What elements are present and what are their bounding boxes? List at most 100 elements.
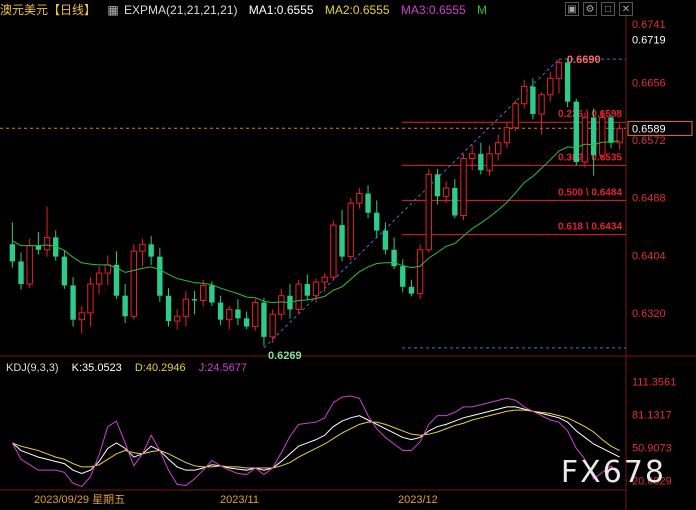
candle-body <box>564 62 571 102</box>
kdj-j-line <box>11 395 621 488</box>
candle-body <box>269 313 276 338</box>
settings-icon[interactable]: ⚙ <box>583 2 597 16</box>
candle-body <box>139 243 146 252</box>
x-tick-label: 2023/12 <box>398 494 438 506</box>
candle-body <box>530 86 536 114</box>
candle-body <box>18 261 24 285</box>
fib-trend-line <box>263 58 560 349</box>
candle-body <box>173 315 181 322</box>
candle-body <box>382 230 389 250</box>
high-annotation: 0.6690 <box>567 54 601 66</box>
ma1-value: MA1:0.6555 <box>248 3 314 17</box>
candle-body <box>43 236 51 251</box>
candle-body <box>312 281 320 297</box>
frame-icon[interactable]: ▣ <box>565 2 579 16</box>
candle-body <box>295 283 302 310</box>
candle-body <box>70 285 76 320</box>
m-label: M <box>476 3 487 17</box>
candle-body <box>226 308 233 321</box>
candle-body <box>573 101 579 162</box>
x-tick-label: 2023/11 <box>220 494 259 506</box>
indicator-label[interactable]: EXPMA(21,21,21,21) <box>124 3 237 17</box>
kdj-axis-tick: 50.9073 <box>632 442 672 454</box>
restore-icon[interactable]: □ <box>601 2 615 16</box>
candle-body <box>122 295 128 317</box>
candle-body <box>182 298 190 317</box>
candle-body <box>243 318 250 327</box>
candle-body <box>512 103 519 129</box>
candle-body <box>330 224 337 278</box>
kdj-k-value: K:35.0523 <box>71 362 122 374</box>
candle-body <box>365 193 371 213</box>
low-annotation: 0.6269 <box>268 350 302 362</box>
candle-body <box>547 77 554 96</box>
candle-body <box>434 174 441 197</box>
candle-body <box>209 285 215 303</box>
x-tick-label: 2023/09/29 星期五 <box>34 493 125 506</box>
price-axis-tick: 0.6488 <box>632 193 666 205</box>
candle-body <box>486 153 493 171</box>
candle-body <box>374 212 380 231</box>
price-axis-tick: 0.6572 <box>632 135 666 147</box>
candle-body <box>9 244 16 262</box>
candle-body <box>555 62 563 79</box>
candle-body <box>442 187 450 197</box>
candle-body <box>252 302 259 328</box>
candle-body <box>581 116 589 163</box>
candle-body <box>148 244 154 257</box>
candle-body <box>95 272 103 285</box>
candle-body <box>460 158 467 216</box>
candle-body <box>495 142 502 155</box>
candle-body <box>113 264 120 296</box>
candle-body <box>78 312 85 321</box>
candle-body <box>321 276 328 283</box>
kdj-axis-tick: 111.3561 <box>632 376 676 388</box>
fib-label: 0.618 \ 0.6434 <box>558 222 622 233</box>
chart-header: 澳元美元【日线】 ▦ EXPMA(21,21,21,21) MA1:0.6555… <box>0 0 560 20</box>
candle-body <box>130 250 137 317</box>
symbol-label[interactable]: 澳元美元【日线】 <box>0 3 96 17</box>
candle-body <box>35 245 42 250</box>
indicator-icon[interactable]: ▦ <box>107 3 118 17</box>
candle-body <box>590 117 597 156</box>
candle-body <box>503 127 511 144</box>
close-icon[interactable]: ✕ <box>619 2 633 16</box>
kdj-header: KDJ(9,3,3) K:35.0523 D:40.2946 J:24.5677 <box>6 360 257 376</box>
candle-body <box>61 256 68 286</box>
candle-body <box>191 299 198 301</box>
candle-body <box>425 173 432 251</box>
candle-body <box>478 153 484 171</box>
candle-body <box>157 256 163 296</box>
watermark-logo: FX678 <box>560 455 666 490</box>
kdj-title[interactable]: KDJ(9,3,3) <box>6 362 59 374</box>
ma3-value: MA3:0.6555 <box>400 3 466 17</box>
candle-body <box>261 302 267 337</box>
price-axis-tick: 0.6589 <box>632 123 666 135</box>
candle-body <box>104 264 111 274</box>
candle-body <box>235 309 241 319</box>
fib-label: 0.382 \ 0.6535 <box>558 152 622 163</box>
candle-body <box>608 117 614 143</box>
candle-body <box>347 202 354 258</box>
candle-body <box>521 86 528 105</box>
candle-body <box>200 284 207 302</box>
candle-body <box>599 116 606 156</box>
chart-canvas: 0.6741 0.6719 0.6656 0.65890.6572 0.6488 0.64… <box>0 14 696 510</box>
ma2-value: MA2:0.6555 <box>324 3 390 17</box>
candle-body <box>538 94 545 115</box>
candle-body <box>165 295 172 322</box>
candle-body <box>416 249 424 295</box>
price-axis-tick: 0.6404 <box>632 250 666 262</box>
fib-label: 0.500 \ 0.6484 <box>558 187 622 198</box>
candle-body <box>26 245 33 285</box>
price-axis-tick: 0.6741 <box>632 19 666 31</box>
candle-body <box>278 295 285 315</box>
kdj-axis-tick: 81.1317 <box>632 409 672 421</box>
candle-body <box>468 153 476 160</box>
candle-body <box>452 188 458 216</box>
price-axis-tick: 0.6719 <box>632 34 666 46</box>
candle-body <box>304 284 311 296</box>
candle-body <box>217 302 224 320</box>
candle-body <box>356 193 363 204</box>
price-axis-tick: 0.6656 <box>632 77 666 89</box>
